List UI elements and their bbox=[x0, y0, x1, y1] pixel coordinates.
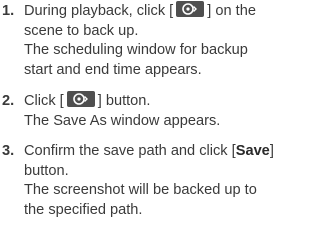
disc-backup-icon bbox=[66, 91, 95, 108]
step-number: 2. bbox=[2, 93, 15, 109]
step-line: the specified path. bbox=[24, 201, 143, 218]
step-body: Click [ ] button. The Save As window appe… bbox=[24, 91, 323, 131]
step-line: The screenshot will be backed up to bbox=[24, 182, 257, 198]
step-line: The Save As window appears. bbox=[24, 112, 221, 129]
step-text: ] on the bbox=[207, 3, 256, 19]
step-number: 1. bbox=[2, 3, 15, 19]
disc-backup-icon bbox=[176, 1, 205, 18]
step-text: ] bbox=[269, 143, 274, 159]
step-number: 3. bbox=[2, 143, 15, 159]
step-line: The scheduling window for backup bbox=[24, 42, 248, 58]
instruction-page: 1. During playback, click [ ] on the scen… bbox=[0, 0, 325, 240]
step-body: Confirm the save path and click [Save] b… bbox=[24, 142, 323, 220]
step-line: scene to back up. bbox=[24, 22, 139, 39]
step-text: Click [ bbox=[24, 93, 64, 109]
step-body: During playback, click [ ] on the scene t… bbox=[24, 1, 323, 80]
step-text: ] button. bbox=[97, 93, 151, 109]
step-line: button. bbox=[24, 162, 69, 179]
step-line: start and end time appears. bbox=[24, 61, 202, 78]
step-line: Click [ ] button. bbox=[24, 91, 323, 112]
step-text: Confirm the save path and click [ bbox=[24, 143, 236, 159]
save-label: Save bbox=[235, 143, 270, 159]
step-line: Confirm the save path and click [Save] bbox=[24, 142, 323, 162]
step-text: During playback, click [ bbox=[24, 3, 174, 19]
step-line: During playback, click [ ] on the bbox=[24, 1, 323, 22]
